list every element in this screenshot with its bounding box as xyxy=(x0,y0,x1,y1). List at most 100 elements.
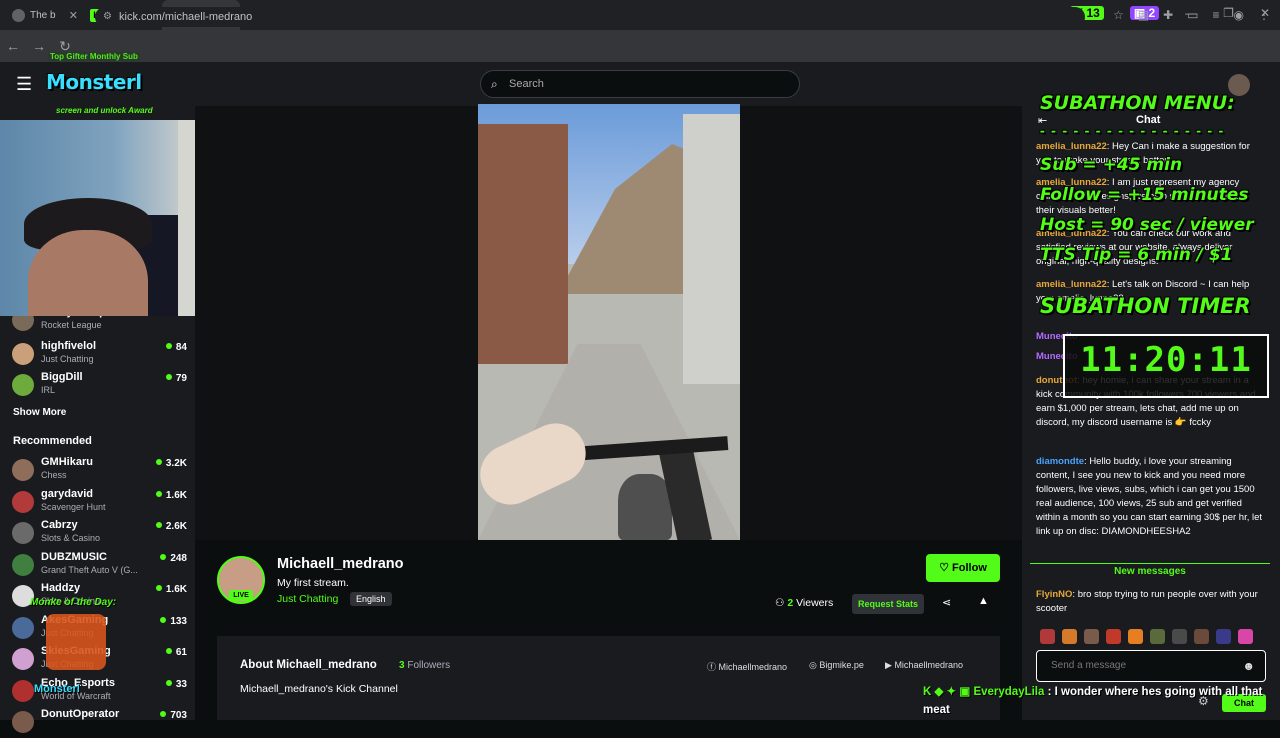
report-icon[interactable]: ▲ xyxy=(978,595,989,607)
sidebar-channel-item[interactable]: garydavid Scavenger Hunt 1.6K xyxy=(12,488,187,518)
emote[interactable] xyxy=(1194,629,1209,644)
sidebar-channel-item[interactable]: GMHikaru Chess 3.2K xyxy=(12,456,187,486)
sidebar-channel-category: Scavenger Hunt xyxy=(41,501,106,512)
channel-name[interactable]: Michaell_medrano xyxy=(277,556,404,572)
social-facebook-link[interactable]: ⓕ Michaellmedrano xyxy=(707,660,787,673)
sidebar-channel-name: garydavid xyxy=(41,487,93,500)
sidebar-channel-item[interactable]: BiggDill IRL 79 xyxy=(12,371,187,401)
about-title: About Michaell_medrano xyxy=(240,659,377,671)
chat-message-input[interactable]: Send a message ☻ xyxy=(1036,650,1266,682)
bookmark-star-icon[interactable]: ☆ xyxy=(1113,8,1124,22)
emote[interactable] xyxy=(1062,629,1077,644)
live-badge: LIVE xyxy=(229,590,253,601)
emote[interactable] xyxy=(1172,629,1187,644)
followers-count-value: 3 xyxy=(399,660,405,671)
video-stream[interactable] xyxy=(478,104,740,540)
site-info-icon[interactable]: ⚙ xyxy=(103,7,112,27)
emote[interactable] xyxy=(1238,629,1253,644)
chat-username[interactable]: FlyinNO xyxy=(1036,589,1072,600)
sidebar-viewer-count: 703 xyxy=(160,710,187,721)
recommended-title: Recommended xyxy=(13,435,92,447)
search-placeholder: Search xyxy=(509,78,544,90)
emote[interactable] xyxy=(1128,629,1143,644)
media-icon[interactable]: ≡ xyxy=(1213,8,1220,22)
channel-avatar-small xyxy=(12,374,34,396)
sidebar-channel-item[interactable]: DUBZMUSIC Grand Theft Auto V (G... 248 xyxy=(12,551,187,581)
sidebar-channel-category: Slots & Casino xyxy=(41,533,101,543)
sidebar-channel-category: IRL xyxy=(41,385,56,395)
viewer-count-value: 2 xyxy=(787,597,794,609)
youtube-icon: ▶ xyxy=(885,660,892,670)
sidebar-channel-name: GMHikaru xyxy=(41,456,93,468)
globe-favicon-icon xyxy=(12,8,25,22)
follow-button[interactable]: ♡ Follow xyxy=(926,554,1000,582)
subathon-rule-follow: Follow = +15 minutes xyxy=(1040,185,1249,205)
request-stats-button[interactable]: Request Stats xyxy=(852,594,925,614)
emote[interactable] xyxy=(1216,629,1231,644)
sidebar-viewer-count: 84 xyxy=(166,342,187,353)
url-field[interactable]: ⚙ kick.com/michaell-medrano xyxy=(95,7,1085,27)
channel-avatar-small xyxy=(12,490,34,513)
hamburger-menu-icon[interactable]: ☰ xyxy=(16,74,32,95)
sidebar-channel-category: Rocket League xyxy=(41,320,102,330)
subathon-timer-title: SUBATHON TIMER xyxy=(1040,294,1251,318)
social-youtube-link[interactable]: ▶ Michaellmedrano xyxy=(885,660,963,671)
menu-dots-icon[interactable]: ⋮ xyxy=(1258,8,1270,22)
chat-username[interactable]: diamondte xyxy=(1036,456,1084,467)
viewer-count-label: Viewers xyxy=(796,597,834,609)
emote[interactable] xyxy=(1106,629,1121,644)
social-instagram-link[interactable]: ◎ Bigmike.pe xyxy=(809,660,864,671)
tts-icons: K ◆ ✦ ▣ xyxy=(923,686,974,698)
followers-count: 3 Followers xyxy=(399,660,450,671)
share-icon[interactable]: ⋖ xyxy=(942,596,951,609)
sidebar-channel-item[interactable]: Cabrzy Slots & Casino 2.6K xyxy=(12,519,187,549)
sidebar-channel-item[interactable]: DonutOperator 703 xyxy=(12,708,187,738)
new-messages-divider[interactable]: New messages xyxy=(1030,563,1270,577)
sidebar-channel-name: highfivelol xyxy=(41,340,96,352)
chat-username[interactable]: amelia_lunna22 xyxy=(1036,279,1107,290)
overlay-logo: Monsterl xyxy=(46,70,142,94)
about-panel xyxy=(217,636,1000,720)
chat-username[interactable]: amelia_lunna22 xyxy=(1036,141,1107,152)
puzzle-icon[interactable]: ✚ xyxy=(1163,8,1173,22)
viewer-count: ⚇ 2 Viewers xyxy=(775,597,834,609)
chat-text: Hello buddy, i love your streaming conte… xyxy=(1036,456,1263,537)
chat-message: FlyinNO: bro stop trying to run people o… xyxy=(1036,589,1258,614)
emote[interactable] xyxy=(1084,629,1099,644)
channel-avatar-small xyxy=(12,522,34,544)
sidebar-viewer-count: 1.6K xyxy=(156,584,187,595)
instagram-handle: Bigmike.pe xyxy=(819,660,864,670)
sidebar-viewer-count: 248 xyxy=(160,553,187,564)
follow-label: Follow xyxy=(952,562,987,574)
back-icon[interactable]: ← xyxy=(0,38,26,54)
sidebar-viewer-count: 79 xyxy=(166,373,187,384)
instagram-icon: ◎ xyxy=(809,660,817,670)
tab-title: The b xyxy=(30,9,56,21)
monke-of-the-day: Monke of the Day: xyxy=(30,597,117,608)
tab-close-icon[interactable]: ✕ xyxy=(69,9,78,22)
emote[interactable] xyxy=(1150,629,1165,644)
sidebar-channel-item[interactable]: highfivelol Just Chatting 84 xyxy=(12,340,187,370)
cast-icon[interactable]: ▭ xyxy=(1187,8,1198,22)
browser-tab[interactable]: The b ✕ xyxy=(6,0,84,30)
profile-icon[interactable]: ◉ xyxy=(1234,8,1244,22)
tts-message: K ◆ ✦ ▣ EverydayLila : I wonder where he… xyxy=(923,686,1263,716)
monke-logo: Monsterl xyxy=(34,683,80,695)
extension-icon[interactable]: ▤ xyxy=(1138,8,1149,22)
channel-avatar-small xyxy=(12,711,34,733)
stream-category[interactable]: Just Chatting xyxy=(277,593,338,605)
language-tag[interactable]: English xyxy=(350,592,392,606)
subathon-menu-title: SUBATHON MENU: xyxy=(1040,92,1235,114)
channel-avatar-small xyxy=(12,616,34,639)
show-more-link[interactable]: Show More xyxy=(13,407,66,418)
address-bar-row: ← → ↻ xyxy=(0,30,1280,62)
sidebar-channel-category: Just Chatting xyxy=(41,354,94,364)
emoji-icon[interactable]: ☻ xyxy=(1242,651,1255,681)
subathon-timer: 11:20:11 xyxy=(1080,340,1252,380)
emote[interactable] xyxy=(1040,629,1055,644)
subathon-rule-sub: Sub = +45 min xyxy=(1040,155,1183,175)
followers-label: Followers xyxy=(407,660,451,671)
overlay-logo-sub: screen and unlock Award xyxy=(56,106,153,115)
tts-username: EverydayLila xyxy=(973,686,1045,698)
search-input[interactable]: ⌕ Search xyxy=(480,70,800,98)
